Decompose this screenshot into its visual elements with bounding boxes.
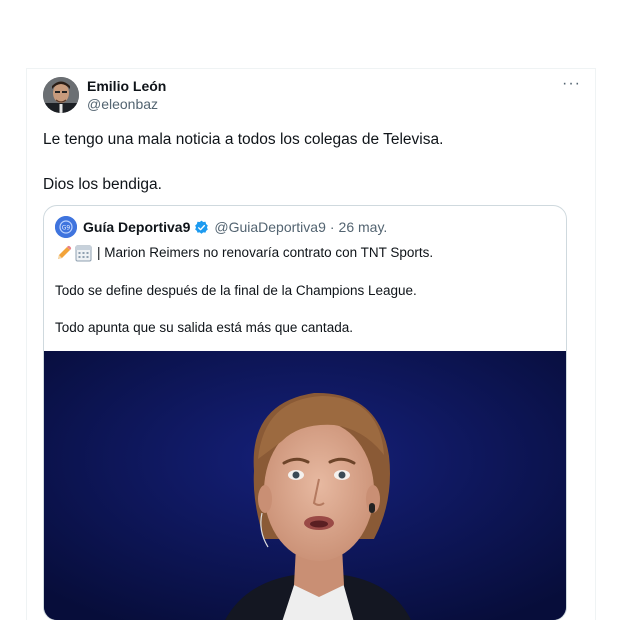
quoted-tweet-date[interactable]: 26 may. [339, 219, 388, 235]
more-options-button[interactable]: ··· [562, 75, 581, 93]
calendar-icon [75, 244, 92, 262]
author-name[interactable]: Emilio León [87, 78, 166, 94]
separator-dot: · [329, 219, 335, 235]
tweet-card[interactable]: Emilio León @eleonbaz ··· Le tengo una m… [26, 68, 596, 620]
author-handle[interactable]: @eleonbaz [87, 96, 158, 112]
tweet-text-line-1: Le tengo una mala noticia a todos los co… [43, 131, 444, 148]
presenter-photo-icon [44, 351, 566, 620]
verified-badge-icon [194, 220, 209, 235]
quoted-text-line-1: | Marion Reimers no renovaría contrato c… [55, 244, 433, 262]
quoted-author-handle[interactable]: @GuiaDeportiva9 [214, 219, 326, 235]
quoted-tweet[interactable]: G9 Guía Deportiva9 @GuiaDeportiva9 · 26 … [43, 205, 567, 620]
pencil-icon [55, 244, 73, 262]
quoted-author-name[interactable]: Guía Deportiva9 [83, 219, 190, 235]
author-avatar[interactable] [43, 77, 79, 113]
quoted-text-line-1-text: | Marion Reimers no renovaría contrato c… [97, 245, 434, 260]
svg-text:G9: G9 [62, 225, 71, 232]
quoted-text-line-3: Todo apunta que su salida está más que c… [55, 320, 353, 335]
quoted-text-line-2: Todo se define después de la final de la… [55, 283, 417, 298]
tweet-text-line-2: Dios los bendiga. [43, 176, 162, 193]
quoted-media-image[interactable] [44, 351, 566, 620]
quoted-author-avatar[interactable]: G9 [55, 216, 77, 238]
quoted-tweet-header: G9 Guía Deportiva9 @GuiaDeportiva9 · 26 … [55, 216, 387, 238]
